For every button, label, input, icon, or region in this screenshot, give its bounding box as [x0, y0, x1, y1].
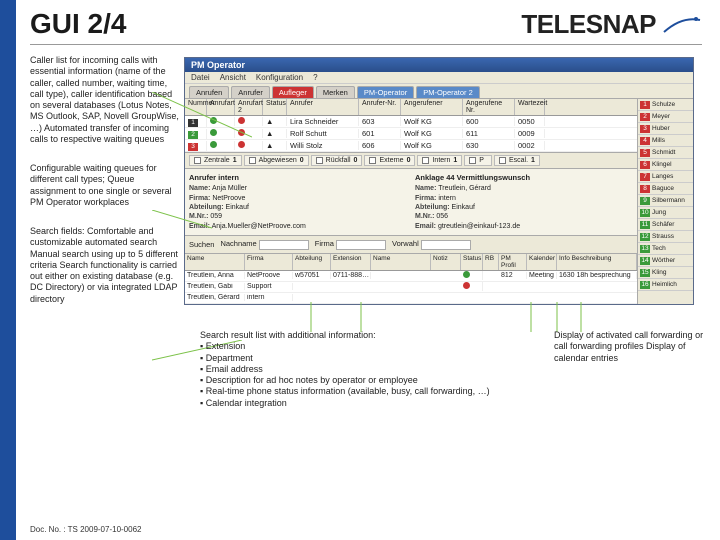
tab[interactable]: PM-Operator 2 [416, 86, 480, 98]
agent-row[interactable]: 9Silbermann [638, 195, 693, 207]
queue-chip[interactable]: Externe0 [364, 155, 415, 166]
caption-result-list: Search result list with additional infor… [200, 330, 536, 409]
queue-chip[interactable]: Intern1 [417, 155, 462, 166]
caller-grid-header: NummerAnrufartAnrufart 2StatusAnruferAnr… [185, 99, 637, 116]
agent-row[interactable]: 1Schulze [638, 99, 693, 111]
queue-chip[interactable]: P [464, 155, 492, 166]
swoosh-icon [662, 12, 702, 36]
pm-operator-screenshot: PM Operator Datei Ansicht Konfiguration? A… [184, 57, 694, 305]
menubar[interactable]: Datei Ansicht Konfiguration? [185, 72, 693, 84]
agent-row[interactable]: 2Meyer [638, 111, 693, 123]
menu-item[interactable]: Konfiguration [256, 73, 303, 82]
agent-row[interactable]: 16Heimlich [638, 279, 693, 291]
agent-row[interactable]: 11Schäfer [638, 219, 693, 231]
agent-row[interactable]: 6Klingel [638, 159, 693, 171]
caption-forwarding: Display of activated call forwarding or … [554, 330, 704, 409]
menu-item[interactable]: Ansicht [220, 73, 246, 82]
agent-row[interactable]: 14Wörther [638, 255, 693, 267]
search-field[interactable]: Nachname [220, 239, 308, 250]
search-field[interactable]: Vorwahl [392, 239, 471, 250]
tab[interactable]: PM-Operator [357, 86, 414, 98]
agent-row[interactable]: 13Tech [638, 243, 693, 255]
doc-number: Doc. No. : TS 2009-07-10-0062 [30, 525, 141, 534]
agent-row[interactable]: 10Jung [638, 207, 693, 219]
window-titlebar: PM Operator [185, 58, 693, 72]
result-row[interactable]: Treutlein, Gérardintern [185, 293, 637, 304]
tab[interactable]: Merken [316, 86, 355, 98]
brand-logo: TELESNAP [521, 9, 702, 40]
caption-queues: Configurable waiting queues for differen… [30, 163, 182, 208]
tab[interactable]: Aufleger [272, 86, 314, 98]
agent-row[interactable]: 15Kling [638, 267, 693, 279]
result-row[interactable]: Treutlein, AnnaNetProovew57051 0711-888…… [185, 271, 637, 282]
detail-panel: Anrufer internName: Anja MüllerFirma: Ne… [185, 169, 637, 236]
slide-title: GUI 2/4 [30, 8, 126, 40]
menu-item[interactable]: ? [313, 73, 317, 82]
search-field[interactable]: Firma [315, 239, 386, 250]
queue-chip[interactable]: Zentrale1 [189, 155, 242, 166]
agent-sidebar[interactable]: 1Schulze2Meyer3Huber4Mills5Schmidt6Kling… [637, 99, 693, 304]
agent-row[interactable]: 3Huber [638, 123, 693, 135]
caller-row[interactable]: 1 ▲ Lira Schneider603 Wolf KG6000050 [185, 116, 637, 128]
queue-chip[interactable]: Abgewiesen0 [244, 155, 309, 166]
agent-row[interactable]: 12Strauss [638, 231, 693, 243]
menu-item[interactable]: Datei [191, 73, 210, 82]
agent-row[interactable]: 8Baguce [638, 183, 693, 195]
queue-bar[interactable]: Zentrale1Abgewiesen0Rückfall0Externe0Int… [185, 152, 637, 169]
agent-row[interactable]: 7Langes [638, 171, 693, 183]
search-row[interactable]: SuchenNachname Firma Vorwahl [185, 236, 637, 254]
caller-row[interactable]: 3 ▲ Willi Stolz606 Wolf KG6300002 [185, 140, 637, 152]
tabbar[interactable]: AnrufenAnruferAuflegerMerkenPM-OperatorP… [185, 84, 693, 99]
result-row[interactable]: Treutlein, GabiSupport [185, 282, 637, 293]
agent-row[interactable]: 5Schmidt [638, 147, 693, 159]
result-grid-header: NameFirmaAbteilungExtensionNameNotizStat… [185, 254, 637, 271]
caller-row[interactable]: 2 ▲ Rolf Schutt601 Wolf KG6110009 [185, 128, 637, 140]
queue-chip[interactable]: Escal.1 [494, 155, 540, 166]
queue-chip[interactable]: Rückfall0 [311, 155, 363, 166]
agent-row[interactable]: 4Mills [638, 135, 693, 147]
